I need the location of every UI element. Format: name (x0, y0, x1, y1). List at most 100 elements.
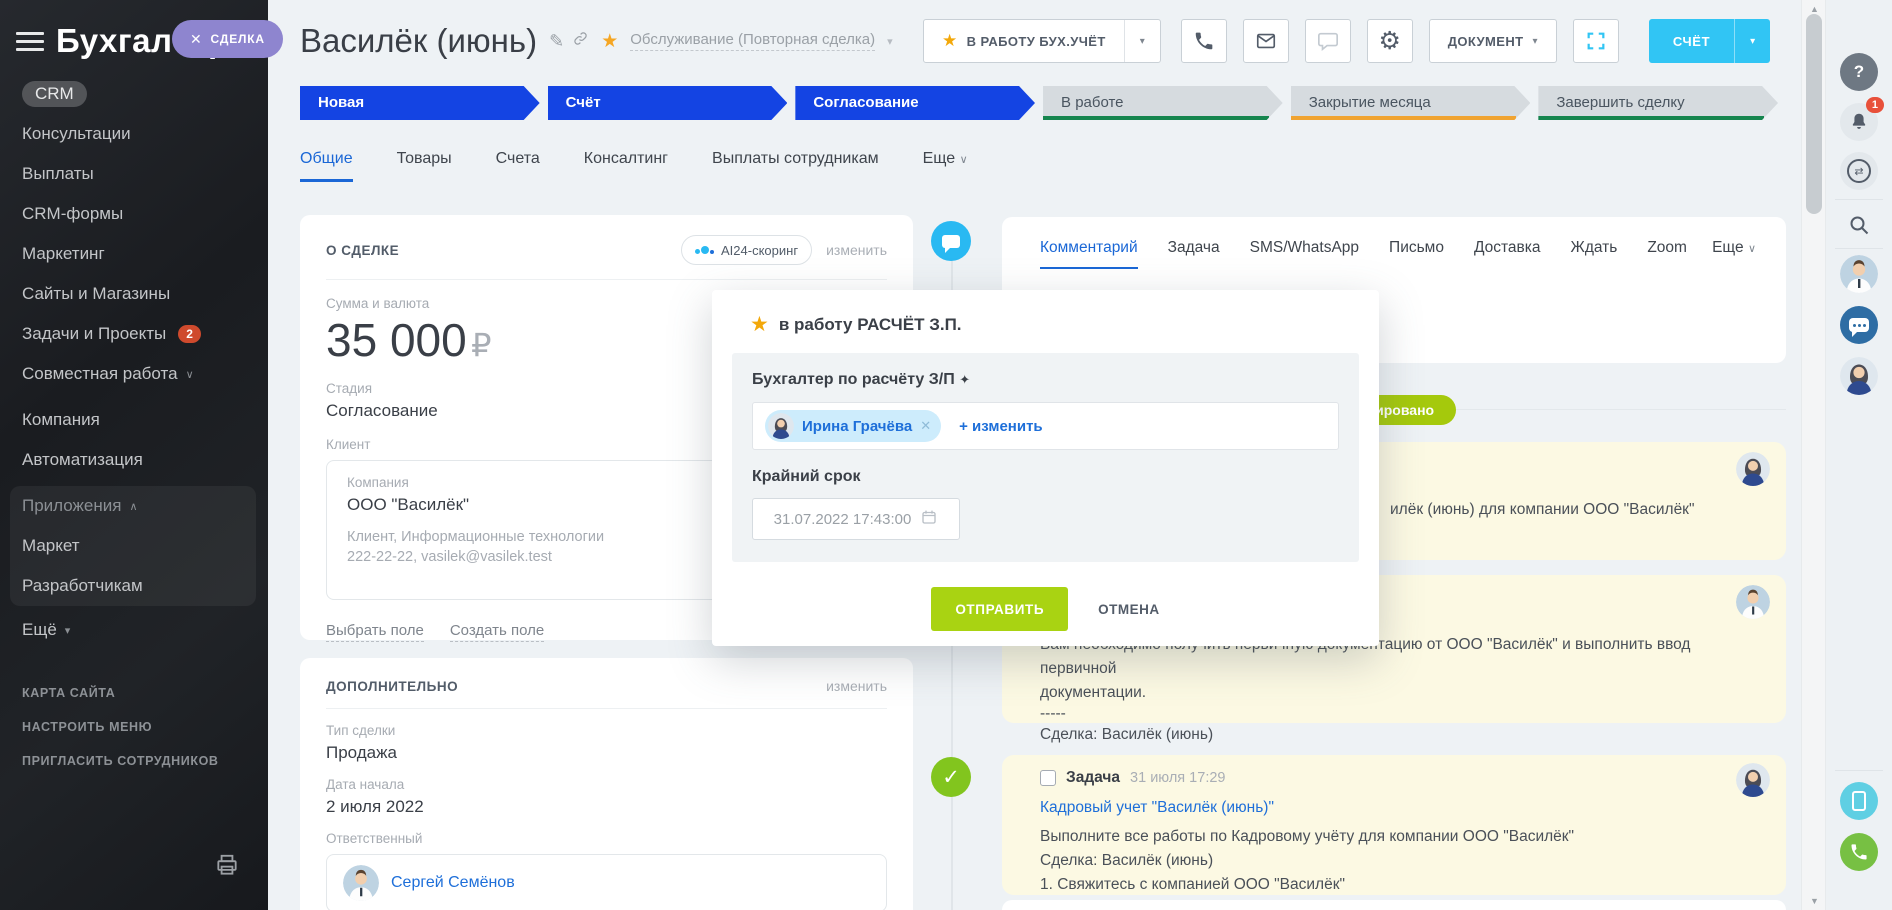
sidebar-link-configure-menu[interactable]: НАСТРОИТЬ МЕНЮ (22, 710, 256, 744)
edit-title-icon[interactable]: ✎ (549, 31, 564, 52)
change-assignee-link[interactable]: + изменить (959, 418, 1043, 435)
hamburger-icon[interactable] (16, 32, 44, 56)
extra-card: ДОПОЛНИТЕЛЬНО изменить Тип сделки Продаж… (300, 658, 913, 910)
close-icon[interactable]: ✕ (190, 31, 203, 48)
stage-month-close[interactable]: Закрытие месяца (1291, 86, 1531, 120)
responsible-name-link[interactable]: Сергей Семёнов (391, 874, 515, 892)
chevron-up-icon: ∧ (129, 500, 137, 513)
tl-tab-letter[interactable]: Письмо (1389, 239, 1444, 269)
sidebar-item-crm[interactable]: CRM (22, 74, 256, 114)
tl-tab-delivery[interactable]: Доставка (1474, 239, 1541, 269)
task-checkbox[interactable] (1040, 770, 1056, 786)
workflow-button[interactable]: ★ В РАБОТУ БУХ.УЧЁТ (924, 20, 1124, 62)
chat-button[interactable] (1305, 19, 1351, 63)
calendar-icon[interactable] (920, 508, 938, 530)
stage-invoice[interactable]: Счёт (548, 86, 788, 120)
invoice-button[interactable]: СЧЁТ (1649, 19, 1734, 63)
create-field-link[interactable]: Создать поле (450, 622, 544, 642)
stage-finish-deal[interactable]: Завершить сделку (1538, 86, 1778, 120)
scroll-up-icon[interactable]: ▲ (1802, 4, 1827, 14)
sidebar-item-collaboration[interactable]: Совместная работа∨ (22, 354, 256, 394)
sidebar-item-market[interactable]: Маркет (22, 526, 256, 566)
sidebar-link-sitemap[interactable]: КАРТА САЙТА (22, 676, 256, 710)
deadline-input[interactable]: 31.07.2022 17:43:00 (752, 498, 960, 540)
telephony-button[interactable] (1840, 833, 1878, 871)
copy-link-icon[interactable] (572, 30, 589, 52)
sidebar-item-payouts[interactable]: Выплаты (22, 154, 256, 194)
deal-overlay-badge[interactable]: ✕ СДЕЛКА (172, 20, 283, 58)
sidebar-item-marketing[interactable]: Маркетинг (22, 234, 256, 274)
tl-tab-zoom[interactable]: Zoom (1647, 239, 1687, 269)
stage-new[interactable]: Новая (300, 86, 540, 120)
scrollbar-thumb[interactable] (1806, 14, 1822, 214)
sidebar-item-consultations[interactable]: Консультации (22, 114, 256, 154)
notification-count-badge: 1 (1866, 97, 1884, 113)
extra-edit-link[interactable]: изменить (826, 678, 887, 694)
tab-employee-payouts[interactable]: Выплаты сотрудникам (712, 150, 879, 182)
tab-invoices[interactable]: Счета (496, 150, 540, 182)
submit-button[interactable]: ОТПРАВИТЬ (931, 587, 1068, 631)
timeline-entry-3[interactable]: Задача 31 июля 17:29 Кадровый учет "Васи… (1002, 755, 1786, 895)
sidebar-item-more[interactable]: Ещё▾ (22, 610, 256, 650)
fullscreen-button[interactable] (1573, 19, 1619, 63)
settings-button[interactable]: ⚙ (1367, 19, 1413, 63)
tl-tab-more[interactable]: Еще ∨ (1712, 239, 1756, 267)
recent-user-2[interactable] (1840, 357, 1878, 395)
sidebar-item-crm-forms[interactable]: CRM-формы (22, 194, 256, 234)
responsible-row: Сергей Семёнов (326, 854, 887, 910)
group-chat-button[interactable] (1840, 306, 1878, 344)
tl-tab-sms[interactable]: SMS/WhatsApp (1250, 239, 1359, 269)
tab-more[interactable]: Еще ∨ (923, 150, 968, 182)
right-rail: ? 1 ⇄ (1826, 0, 1892, 910)
task-title-link[interactable]: Кадровый учет "Василёк (июнь)" (1040, 799, 1574, 817)
question-icon: ? (1854, 62, 1864, 82)
assignee-name: Ирина Грачёва (802, 418, 912, 435)
tl-tab-task[interactable]: Задача (1168, 239, 1220, 269)
sidebar-item-tasks[interactable]: Задачи и Проекты2 (22, 314, 256, 354)
timeline-entry-peek (1002, 900, 1786, 910)
tab-consulting[interactable]: Консалтинг (584, 150, 668, 182)
ai-scoring-badge[interactable]: AI24-скоринг (681, 235, 812, 265)
tl-tab-wait[interactable]: Ждать (1571, 239, 1618, 269)
tab-products[interactable]: Товары (397, 150, 452, 182)
email-button[interactable] (1243, 19, 1289, 63)
stage-in-progress[interactable]: В работе (1043, 86, 1283, 120)
notifications-button[interactable]: 1 (1840, 103, 1878, 141)
invoice-dropdown-arrow[interactable]: ▾ (1734, 19, 1770, 63)
scroll-down-icon[interactable]: ▼ (1802, 896, 1827, 906)
cancel-button[interactable]: ОТМЕНА (1098, 602, 1160, 617)
search-button[interactable] (1840, 206, 1878, 244)
document-button[interactable]: ДОКУМЕНТ ▾ (1430, 20, 1556, 62)
entry-date: 31 июля 17:29 (1130, 770, 1225, 786)
page-scrollbar[interactable]: ▲ ▼ (1801, 0, 1826, 910)
sidebar-link-invite[interactable]: ПРИГЛАСИТЬ СОТРУДНИКОВ (22, 744, 256, 778)
caret-down-icon: ▾ (65, 624, 71, 637)
caret-down-icon[interactable]: ▾ (887, 35, 893, 48)
remove-assignee-icon[interactable]: ✕ (920, 418, 931, 434)
printer-icon[interactable] (214, 852, 240, 883)
support-button[interactable]: ⇄ (1840, 152, 1878, 190)
scoring-molecule-icon (695, 246, 714, 254)
deal-category-selector[interactable]: Обслуживание (Повторная сделка) (630, 31, 875, 51)
sidebar-item-sites[interactable]: Сайты и Магазины (22, 274, 256, 314)
stage-approval[interactable]: Согласование (795, 86, 1035, 120)
workflow-dropdown-arrow[interactable]: ▾ (1124, 20, 1160, 62)
assignee-chip[interactable]: Ирина Грачёва ✕ (765, 410, 941, 442)
assignee-field[interactable]: Ирина Грачёва ✕ + изменить (752, 402, 1339, 450)
sidebar-item-company[interactable]: Компания (22, 400, 256, 440)
select-field-link[interactable]: Выбрать поле (326, 622, 424, 642)
help-button[interactable]: ? (1840, 53, 1878, 91)
sidebar-item-apps[interactable]: Приложения∧ (22, 486, 256, 526)
tab-general[interactable]: Общие (300, 150, 353, 182)
avatar (768, 413, 794, 439)
call-button[interactable] (1181, 19, 1227, 63)
entry-text: илёк (июнь) для компании ООО "Василёк" (1390, 498, 1694, 522)
recent-user-1[interactable] (1840, 255, 1878, 293)
sidebar-item-automation[interactable]: Автоматизация (22, 440, 256, 480)
sidebar-item-developers[interactable]: Разработчикам (22, 566, 256, 606)
mobile-app-button[interactable] (1840, 782, 1878, 820)
sidebar-menu: CRM Консультации Выплаты CRM-формы Марке… (22, 74, 256, 778)
about-edit-link[interactable]: изменить (826, 242, 887, 258)
app-window: Бухгалтер CRM Консультации Выплаты CRM-ф… (0, 0, 1892, 910)
tl-tab-comment[interactable]: Комментарий (1040, 239, 1138, 269)
